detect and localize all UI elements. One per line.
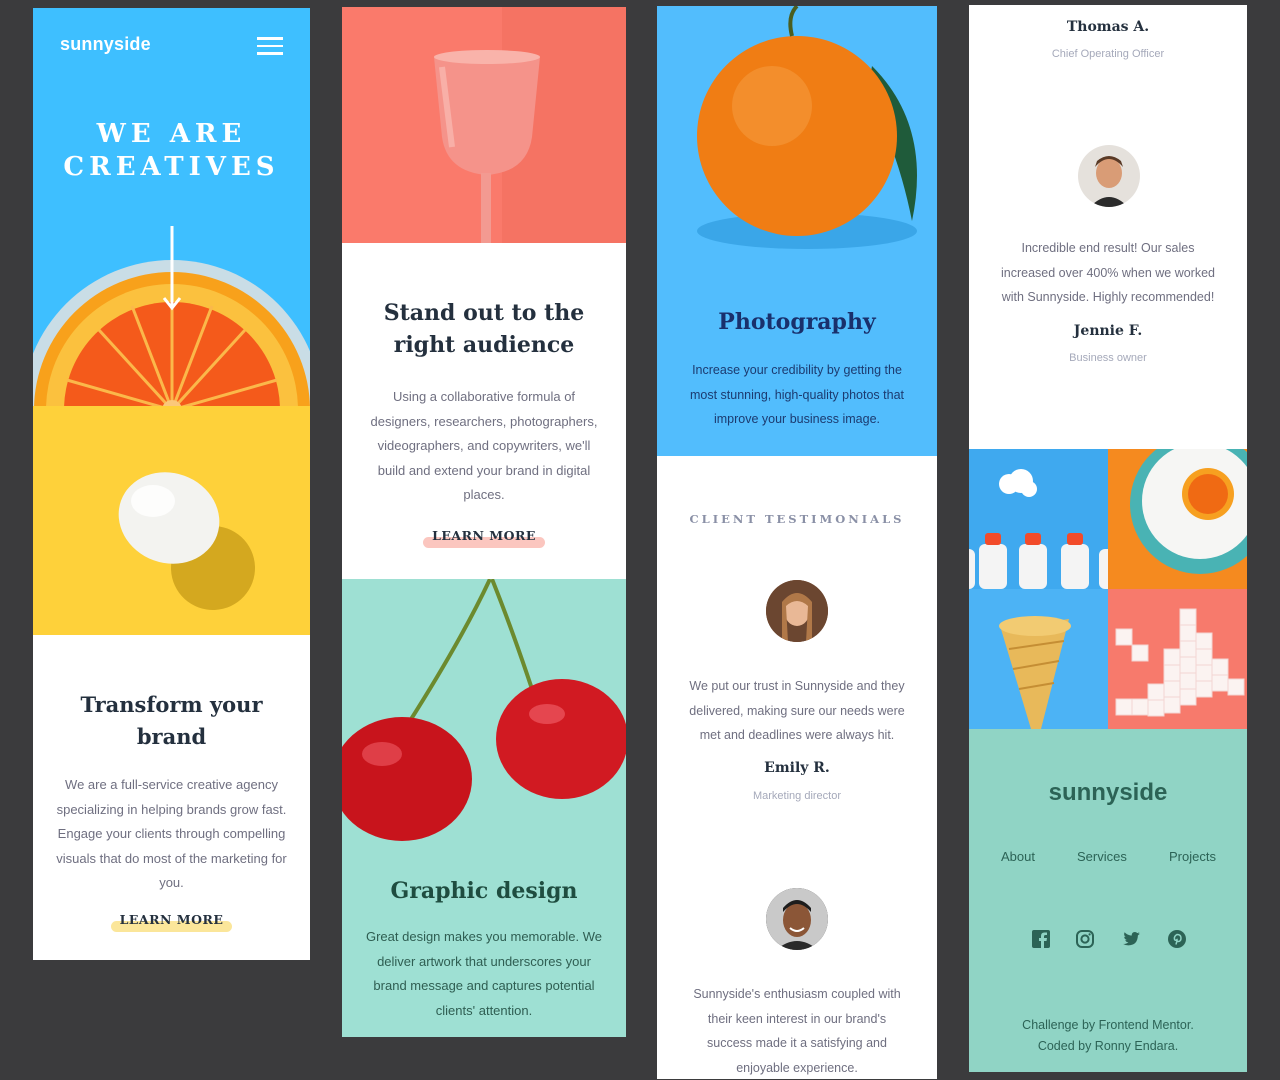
hero-title: WE ARE CREATIVES xyxy=(63,119,280,182)
testimonials-continued: Thomas A. Chief Operating Officer Incred… xyxy=(969,5,1247,449)
gallery-milk-bottles xyxy=(969,449,1108,589)
mobile-frame-footer: Thomas A. Chief Operating Officer Incred… xyxy=(969,5,1247,1072)
graphic-design-body: Great design makes you memorable. We del… xyxy=(365,929,603,1018)
standout-section: Stand out to the right audience Using a … xyxy=(342,243,626,579)
testimonial-role: Business owner xyxy=(1069,352,1147,364)
testimonial-quote: Incredible end result! Our sales increas… xyxy=(1000,241,1215,304)
instagram-icon[interactable] xyxy=(1075,929,1095,949)
footer-credit: Challenge by Frontend Mentor. Coded by R… xyxy=(969,1015,1247,1057)
footer-nav-projects[interactable]: Projects xyxy=(1169,849,1216,864)
cherries-image xyxy=(342,579,626,841)
mobile-frame-hero: sunnyside WE ARE CREATIVES Transform you… xyxy=(33,8,310,960)
avatar-emily xyxy=(766,580,828,642)
gallery-ice-cream-cone xyxy=(969,589,1108,729)
learn-more-link[interactable]: LEARN MORE xyxy=(423,528,545,548)
mobile-frame-standout: Stand out to the right audience Using a … xyxy=(342,7,626,1037)
standout-title: Stand out to the right audience xyxy=(383,300,585,358)
footer-logo[interactable]: sunnyside xyxy=(969,779,1247,807)
graphic-design-section: Graphic design Great design makes you me… xyxy=(342,579,626,1037)
pinterest-icon[interactable] xyxy=(1167,929,1187,949)
orange-image xyxy=(697,6,917,249)
avatar-thomas xyxy=(766,888,828,950)
testimonial-role: Marketing director xyxy=(752,790,842,802)
testimonial-quote: Sunnyside's enthusiasm coupled with thei… xyxy=(693,987,901,1075)
glass-image xyxy=(342,7,626,243)
testimonial-name: Jennie F. xyxy=(1073,323,1143,339)
site-footer: sunnyside About Services Projects Challe… xyxy=(969,729,1247,1072)
transform-section: Transform your brand We are a full-servi… xyxy=(33,635,310,960)
gallery-grid xyxy=(969,449,1247,729)
footer-nav-about[interactable]: About xyxy=(1001,849,1035,864)
gallery-sugar-cubes xyxy=(1108,589,1247,729)
transform-title: Transform your brand xyxy=(80,692,263,749)
testimonial-quote: We put our trust in Sunnyside and they d… xyxy=(689,679,905,742)
testimonials-section: CLIENT TESTIMONIALS We put our trust in … xyxy=(657,456,937,1079)
photography-body: Increase your credibility by getting the… xyxy=(689,363,905,426)
graphic-design-title: Graphic design xyxy=(390,878,578,904)
hamburger-menu-icon[interactable] xyxy=(257,37,283,55)
testimonial-name: Emily R. xyxy=(764,760,830,776)
transform-body: We are a full-service creative agency sp… xyxy=(56,777,287,890)
hero-section: sunnyside WE ARE CREATIVES xyxy=(33,8,310,406)
twitter-icon[interactable] xyxy=(1121,929,1141,949)
site-logo[interactable]: sunnyside xyxy=(60,34,151,55)
gallery-orange-plate xyxy=(1108,449,1247,589)
testimonial-name: Thomas A. xyxy=(1066,19,1150,35)
credit-author-link[interactable]: Coded by Ronny Endara. xyxy=(969,1036,1247,1057)
credit-challenge-link[interactable]: Challenge by Frontend Mentor. xyxy=(969,1015,1247,1036)
photography-section: Photography Increase your credibility by… xyxy=(657,6,937,456)
avatar-jennie xyxy=(1078,145,1140,207)
facebook-icon[interactable] xyxy=(1031,929,1051,949)
standout-body: Using a collaborative formula of designe… xyxy=(370,389,598,502)
footer-nav-services[interactable]: Services xyxy=(1077,849,1127,864)
learn-more-link[interactable]: LEARN MORE xyxy=(110,912,233,932)
mobile-frame-photography: Photography Increase your credibility by… xyxy=(657,6,937,1079)
testimonials-label: CLIENT TESTIMONIALS xyxy=(689,512,905,526)
testimonial-role: Chief Operating Officer xyxy=(1051,48,1165,60)
arrow-down-icon[interactable] xyxy=(163,226,181,312)
photography-title: Photography xyxy=(718,309,876,335)
egg-image xyxy=(33,406,310,635)
